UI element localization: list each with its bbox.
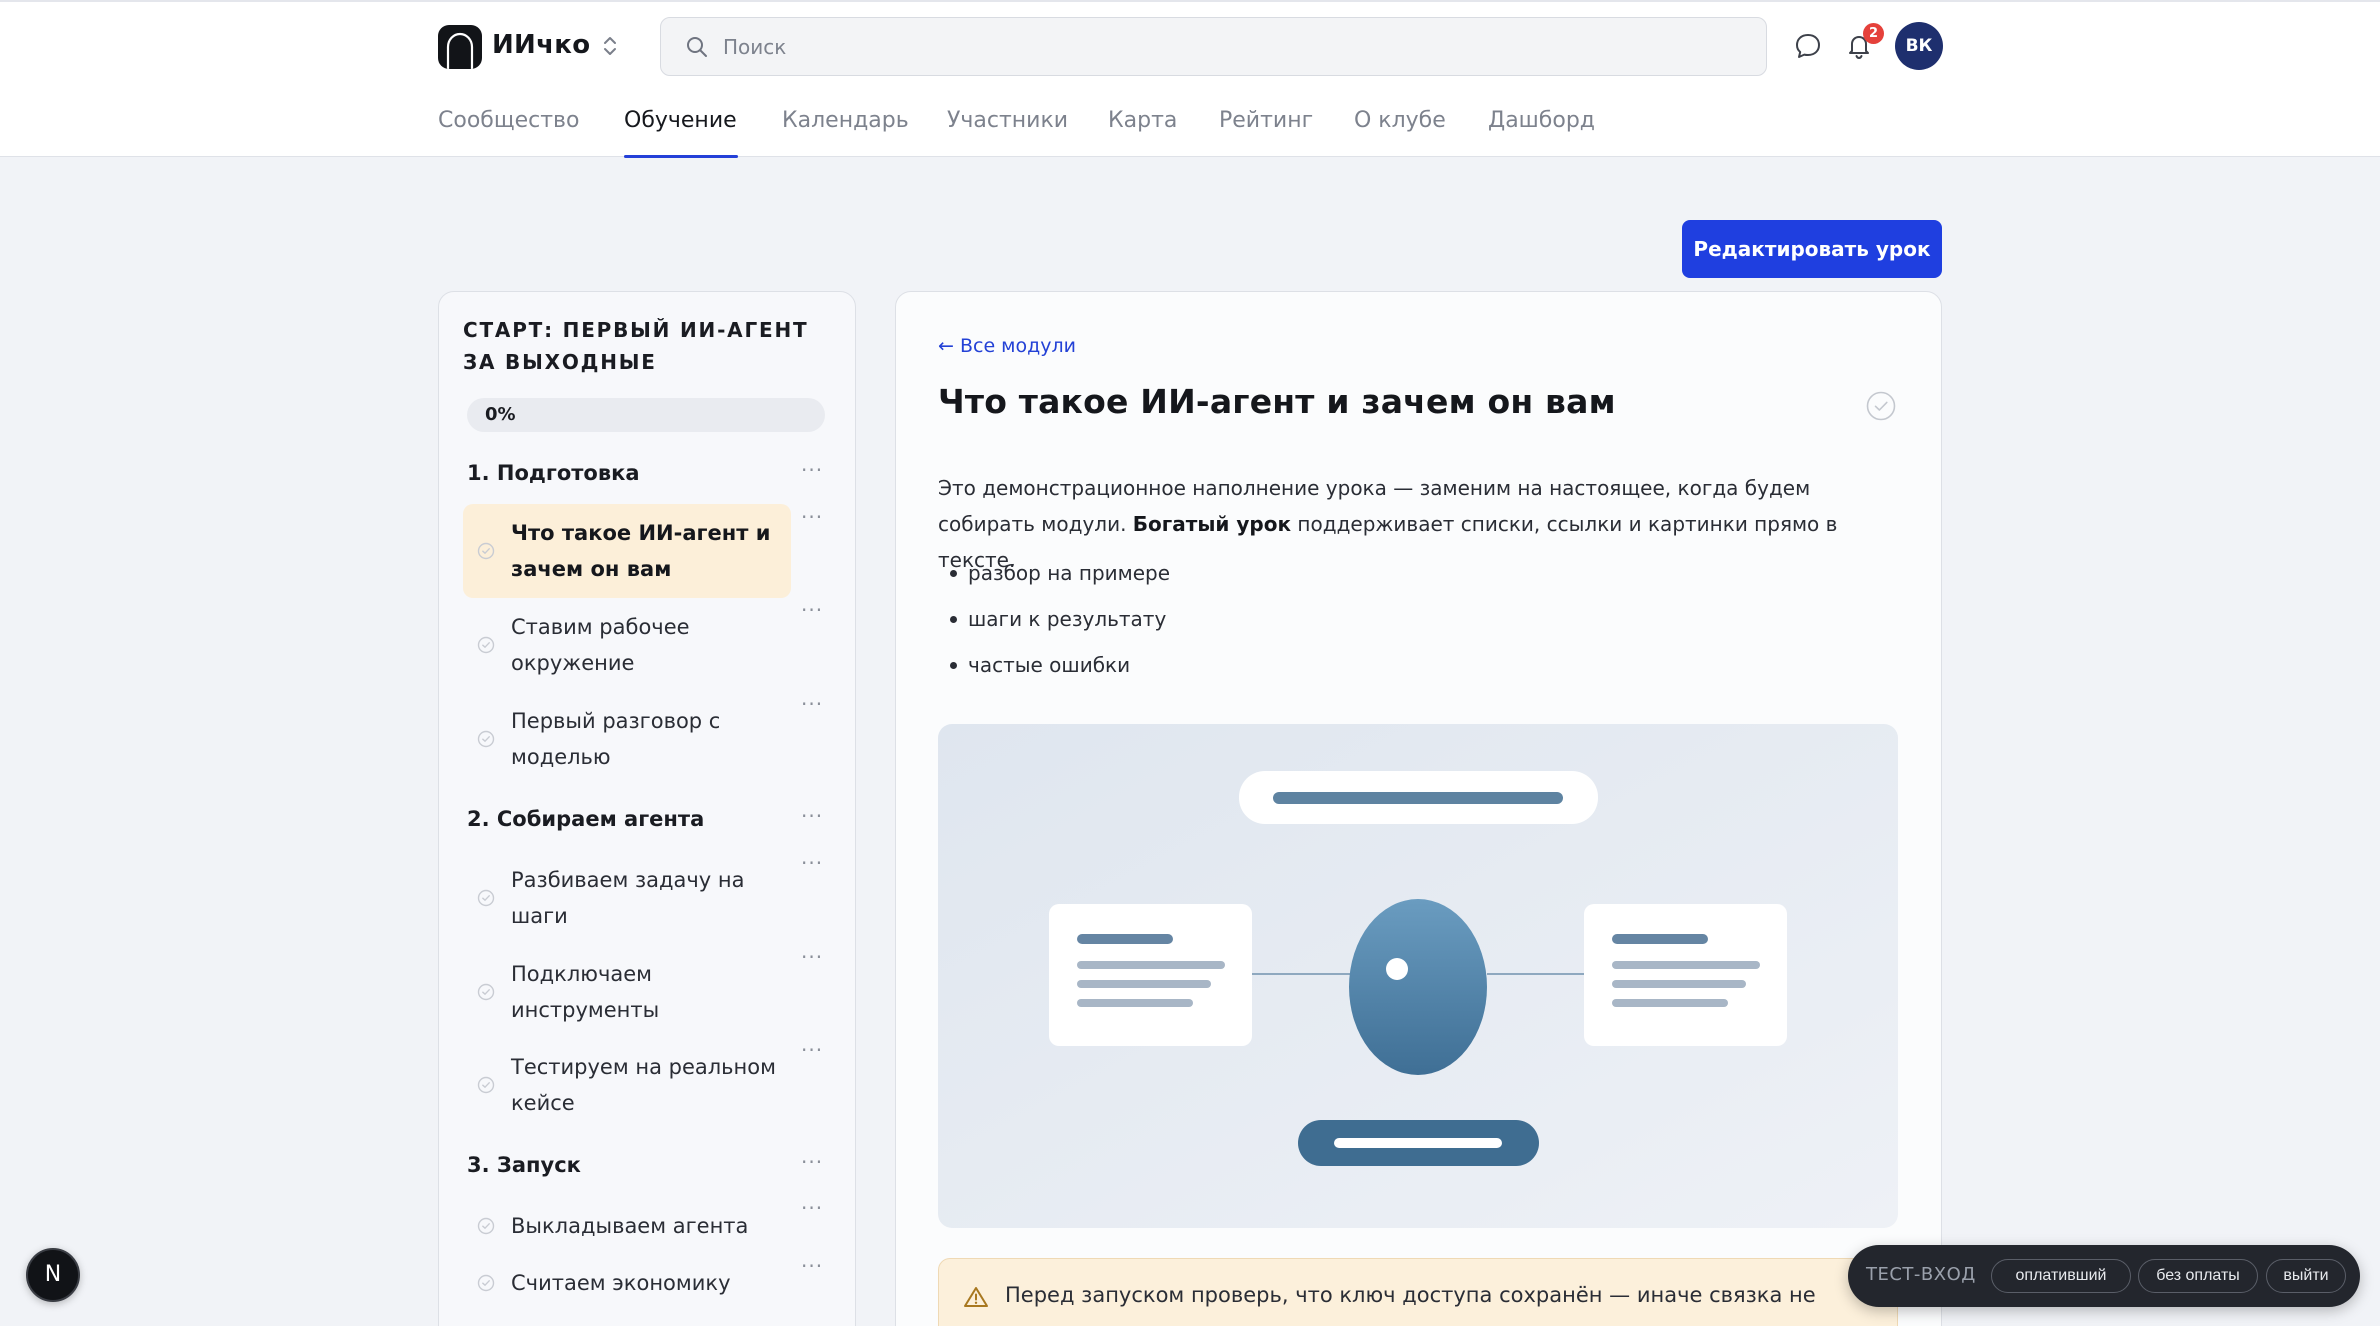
tab-members[interactable]: Участники bbox=[947, 108, 1068, 133]
check-circle-icon bbox=[477, 889, 495, 907]
tab-community[interactable]: Сообщество bbox=[438, 108, 579, 133]
lesson-item[interactable]: Первый разговор с моделью bbox=[463, 692, 791, 786]
list-item: разбор на примере bbox=[950, 550, 1170, 596]
check-circle-icon bbox=[477, 1217, 495, 1235]
paragraph-bold-text: Богатый урок bbox=[1132, 512, 1292, 536]
brand-name[interactable]: ИИчко bbox=[492, 30, 590, 60]
check-circle-icon bbox=[477, 636, 495, 654]
lesson-label: Разбиваем задачу на шаги bbox=[511, 868, 745, 928]
all-modules-link[interactable]: ← Все модули bbox=[938, 335, 1076, 357]
more-options-icon[interactable]: ··· bbox=[801, 598, 823, 622]
lesson-content-panel: ← Все модули Что такое ИИ-агент и зачем … bbox=[895, 291, 1942, 1326]
more-options-icon[interactable]: ··· bbox=[801, 1196, 823, 1220]
active-tab-indicator bbox=[624, 155, 738, 158]
lesson-item-active[interactable]: Что такое ИИ-агент и зачем он вам bbox=[463, 504, 791, 598]
mark-complete-icon[interactable] bbox=[1865, 390, 1897, 422]
more-options-icon[interactable]: ··· bbox=[801, 851, 823, 875]
test-login-label: ТЕСТ-ВХОД bbox=[1866, 1264, 1976, 1285]
tab-about-club[interactable]: О клубе bbox=[1354, 108, 1446, 133]
check-circle-icon bbox=[477, 1076, 495, 1094]
warning-callout: Перед запуском проверь, что ключ доступа… bbox=[938, 1258, 1898, 1326]
course-title: СТАРТ: ПЕРВЫЙ ИИ-АГЕНТ ЗА ВЫХОДНЫЕ bbox=[463, 318, 809, 374]
check-circle-icon bbox=[477, 983, 495, 1001]
check-circle-icon bbox=[477, 730, 495, 748]
login-paid-button[interactable]: оплативший bbox=[1991, 1259, 2131, 1293]
module-title[interactable]: 2. Собираем агента bbox=[467, 807, 704, 831]
top-header: ИИчко 2 ВК Сообщество Обучение Календарь… bbox=[0, 0, 2380, 159]
tab-map[interactable]: Карта bbox=[1108, 108, 1177, 133]
lesson-illustration bbox=[938, 724, 1898, 1228]
course-sidebar: СТАРТ: ПЕРВЫЙ ИИ-АГЕНТ ЗА ВЫХОДНЫЕ 0% 1.… bbox=[438, 291, 856, 1326]
progress-label: 0% bbox=[485, 404, 516, 425]
lesson-title: Что такое ИИ-агент и зачем он вам bbox=[938, 382, 1616, 421]
list-item: частые ошибки bbox=[950, 642, 1170, 688]
tab-learning[interactable]: Обучение bbox=[624, 108, 737, 133]
more-options-icon[interactable]: ··· bbox=[801, 1254, 823, 1278]
lesson-label: Ставим рабочее окружение bbox=[511, 615, 690, 675]
login-unpaid-button[interactable]: без оплаты bbox=[2138, 1259, 2258, 1293]
warning-triangle-icon bbox=[964, 1287, 988, 1307]
arch-logo-icon bbox=[446, 32, 474, 69]
lesson-bullet-list: разбор на примере шаги к результату част… bbox=[950, 550, 1170, 688]
warning-text: Перед запуском проверь, что ключ доступа… bbox=[1005, 1283, 1816, 1307]
more-options-icon[interactable]: ··· bbox=[801, 804, 823, 828]
tab-calendar[interactable]: Календарь bbox=[782, 108, 909, 133]
lesson-item[interactable]: Ставим рабочее окружение bbox=[463, 598, 791, 692]
agent-diagram-image bbox=[938, 724, 1898, 1228]
lesson-item[interactable]: Тестируем на реальном кейсе bbox=[463, 1038, 791, 1132]
lesson-item[interactable]: Разбиваем задачу на шаги bbox=[463, 851, 791, 945]
lesson-label: Что такое ИИ-агент и зачем он вам bbox=[511, 521, 771, 581]
more-options-icon[interactable]: ··· bbox=[801, 458, 823, 482]
notification-count-badge: 2 bbox=[1863, 23, 1884, 44]
more-options-icon[interactable]: ··· bbox=[801, 1150, 823, 1174]
brand-logo[interactable] bbox=[438, 25, 482, 69]
edit-lesson-button[interactable]: Редактировать урок bbox=[1682, 220, 1942, 278]
more-options-icon[interactable]: ··· bbox=[801, 692, 823, 716]
lesson-label: Считаем экономику bbox=[511, 1271, 731, 1295]
chat-icon[interactable] bbox=[1792, 30, 1824, 62]
tab-rating[interactable]: Рейтинг bbox=[1219, 108, 1313, 133]
chevron-up-down-icon[interactable] bbox=[600, 32, 620, 60]
tab-dashboard[interactable]: Дашборд bbox=[1488, 108, 1595, 133]
module-title[interactable]: 1. Подготовка bbox=[467, 461, 640, 485]
search-bar[interactable] bbox=[660, 17, 1767, 76]
lesson-label: Выкладываем агента bbox=[511, 1214, 749, 1238]
more-options-icon[interactable]: ··· bbox=[801, 945, 823, 969]
lesson-label: Подключаем инструменты bbox=[511, 962, 660, 1022]
search-input[interactable] bbox=[723, 30, 1723, 64]
search-icon bbox=[687, 37, 707, 57]
lesson-item[interactable]: Считаем экономику bbox=[463, 1255, 791, 1311]
test-login-bar: ТЕСТ-ВХОД оплативший без оплаты выйти bbox=[1848, 1245, 2360, 1307]
lesson-item[interactable]: Выкладываем агента bbox=[463, 1198, 791, 1254]
check-circle-icon bbox=[477, 1274, 495, 1292]
main-nav: Сообщество Обучение Календарь Участники … bbox=[0, 102, 2380, 159]
module-title[interactable]: 3. Запуск bbox=[467, 1153, 581, 1177]
check-circle-icon bbox=[477, 542, 495, 560]
lesson-label: Тестируем на реальном кейсе bbox=[511, 1055, 776, 1115]
more-options-icon[interactable]: ··· bbox=[801, 505, 823, 529]
logout-button[interactable]: выйти bbox=[2266, 1259, 2346, 1293]
lesson-item[interactable]: Подключаем инструменты bbox=[463, 945, 791, 1039]
list-item: шаги к результату bbox=[950, 596, 1170, 642]
more-options-icon[interactable]: ··· bbox=[801, 1038, 823, 1062]
course-progress-bar: 0% bbox=[467, 398, 825, 432]
lesson-label: Первый разговор с моделью bbox=[511, 709, 721, 769]
user-avatar[interactable]: ВК bbox=[1895, 22, 1943, 70]
nextjs-dev-badge[interactable]: N bbox=[26, 1248, 80, 1302]
